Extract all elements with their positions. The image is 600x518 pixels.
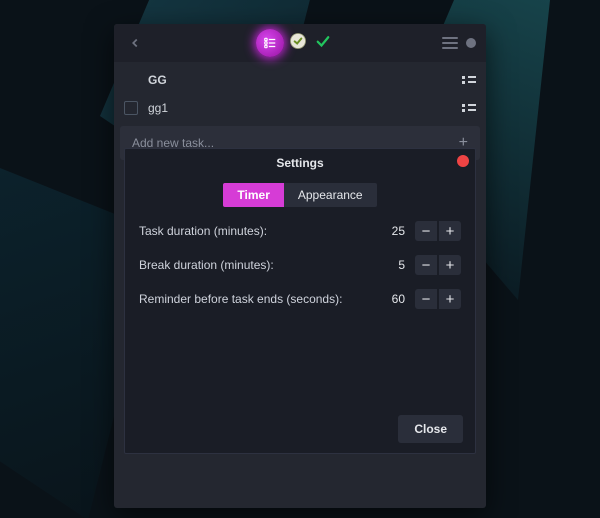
task-group-label: GG (148, 73, 462, 87)
task-checkbox[interactable] (124, 101, 138, 115)
break-duration-row: Break duration (minutes): 5 − + (139, 255, 461, 275)
status-dot-icon[interactable] (466, 38, 476, 48)
task-row[interactable]: gg1 (114, 94, 486, 122)
tab-appearance[interactable]: Appearance (284, 183, 377, 207)
reminder-row: Reminder before task ends (seconds): 60 … (139, 289, 461, 309)
title-center (146, 29, 442, 57)
task-group-row[interactable]: GG (114, 66, 486, 94)
task-duration-row: Task duration (minutes): 25 − + (139, 221, 461, 241)
modal-close-button[interactable] (457, 155, 469, 167)
task-duration-minus-button[interactable]: − (415, 221, 437, 241)
back-button[interactable] (124, 32, 146, 54)
list-view-icon[interactable] (462, 104, 476, 112)
tab-bar: Timer Appearance (125, 183, 475, 207)
reminder-plus-button[interactable]: + (439, 289, 461, 309)
checkmark-icon (314, 32, 332, 55)
list-view-icon[interactable] (462, 76, 476, 84)
settings-modal: Settings Timer Appearance Task duration … (124, 148, 476, 454)
app-logo-icon (256, 29, 284, 57)
break-duration-minus-button[interactable]: − (415, 255, 437, 275)
task-duration-value: 25 (375, 224, 405, 238)
break-duration-stepper: − + (415, 255, 461, 275)
break-duration-value: 5 (375, 258, 405, 272)
check-badge-icon (288, 31, 308, 56)
close-button[interactable]: Close (398, 415, 463, 443)
reminder-minus-button[interactable]: − (415, 289, 437, 309)
task-label: gg1 (148, 101, 462, 115)
reminder-label: Reminder before task ends (seconds): (139, 292, 375, 306)
modal-header: Settings (125, 149, 475, 177)
menu-icon[interactable] (442, 37, 458, 49)
tab-timer[interactable]: Timer (223, 183, 283, 207)
modal-footer: Close (125, 405, 475, 453)
modal-title: Settings (276, 156, 323, 170)
reminder-stepper: − + (415, 289, 461, 309)
break-duration-label: Break duration (minutes): (139, 258, 375, 272)
settings-form: Task duration (minutes): 25 − + Break du… (125, 221, 475, 309)
app-window: GG gg1 Settings Timer Appearance Task du… (114, 24, 486, 508)
task-duration-plus-button[interactable]: + (439, 221, 461, 241)
break-duration-plus-button[interactable]: + (439, 255, 461, 275)
task-list: GG gg1 (114, 62, 486, 126)
reminder-value: 60 (375, 292, 405, 306)
task-duration-stepper: − + (415, 221, 461, 241)
titlebar (114, 24, 486, 62)
task-duration-label: Task duration (minutes): (139, 224, 375, 238)
